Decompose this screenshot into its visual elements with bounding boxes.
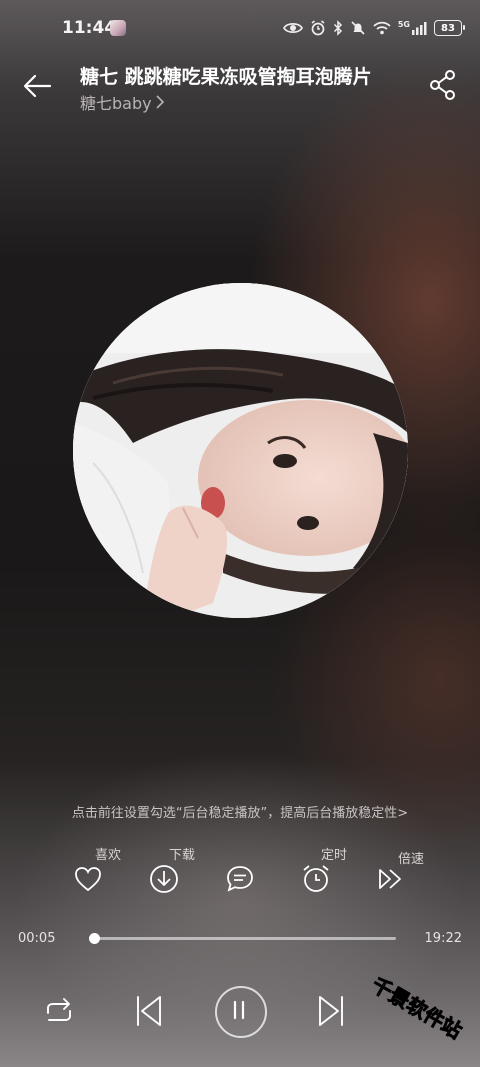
status-time: 11:44: [62, 18, 117, 38]
comment-icon: [227, 866, 253, 892]
back-button[interactable]: [20, 68, 56, 104]
download-button[interactable]: 下载: [134, 842, 195, 896]
download-icon: [150, 865, 178, 893]
status-icons: 5G 83: [282, 18, 465, 38]
wifi-icon: [373, 21, 391, 35]
bluetooth-icon: [333, 20, 342, 36]
background-playback-tip[interactable]: 点击前往设置勾选“后台稳定播放”，提高后台播放稳定性>: [0, 802, 480, 821]
repeat-icon: [47, 998, 71, 1021]
comment-button[interactable]: [210, 842, 270, 896]
timer-label: 定时: [320, 848, 347, 863]
cover-portrait-image: [73, 283, 408, 618]
like-label: 喜欢: [94, 848, 121, 863]
next-track-button[interactable]: [316, 994, 346, 1028]
heart-icon: [75, 867, 101, 892]
total-duration: 19:22: [424, 931, 462, 946]
arrow-left-icon: [23, 74, 52, 98]
alarm-clock-icon: [303, 865, 329, 892]
status-bar: 11:44 5G 83: [0, 0, 480, 56]
skip-next-icon: [319, 996, 343, 1026]
battery-indicator: 83: [434, 20, 465, 36]
alarm-icon: [311, 20, 325, 36]
mute-bell-icon: [351, 21, 365, 35]
share-button[interactable]: [428, 68, 458, 102]
download-label: 下载: [168, 848, 195, 863]
skip-previous-icon: [137, 996, 161, 1026]
artist-link[interactable]: 糖七baby: [80, 90, 165, 114]
eye-icon: [282, 23, 303, 33]
network-type: 5G: [397, 19, 410, 29]
like-button[interactable]: 喜欢: [58, 842, 121, 896]
repeat-mode-button[interactable]: [42, 996, 76, 1028]
progress-bar[interactable]: [89, 933, 396, 944]
notification-app-icon: [110, 20, 126, 36]
artist-name: 糖七baby: [80, 94, 152, 113]
chevron-right-icon: [156, 95, 164, 109]
elapsed-time: 00:05: [18, 931, 56, 946]
share-icon: [430, 70, 455, 100]
previous-track-button[interactable]: [134, 994, 164, 1028]
pause-button[interactable]: [215, 986, 267, 1038]
album-cover-art[interactable]: [73, 283, 408, 618]
sleep-timer-button[interactable]: 定时: [286, 842, 347, 896]
signal-icon: [412, 22, 427, 35]
fast-forward-icon: [379, 869, 401, 889]
pause-icon: [233, 1000, 245, 1020]
playback-speed-button[interactable]: 倍速: [361, 842, 424, 896]
song-title: 糖七 跳跳糖吃果冻吸管掏耳泡腾片: [80, 66, 372, 88]
